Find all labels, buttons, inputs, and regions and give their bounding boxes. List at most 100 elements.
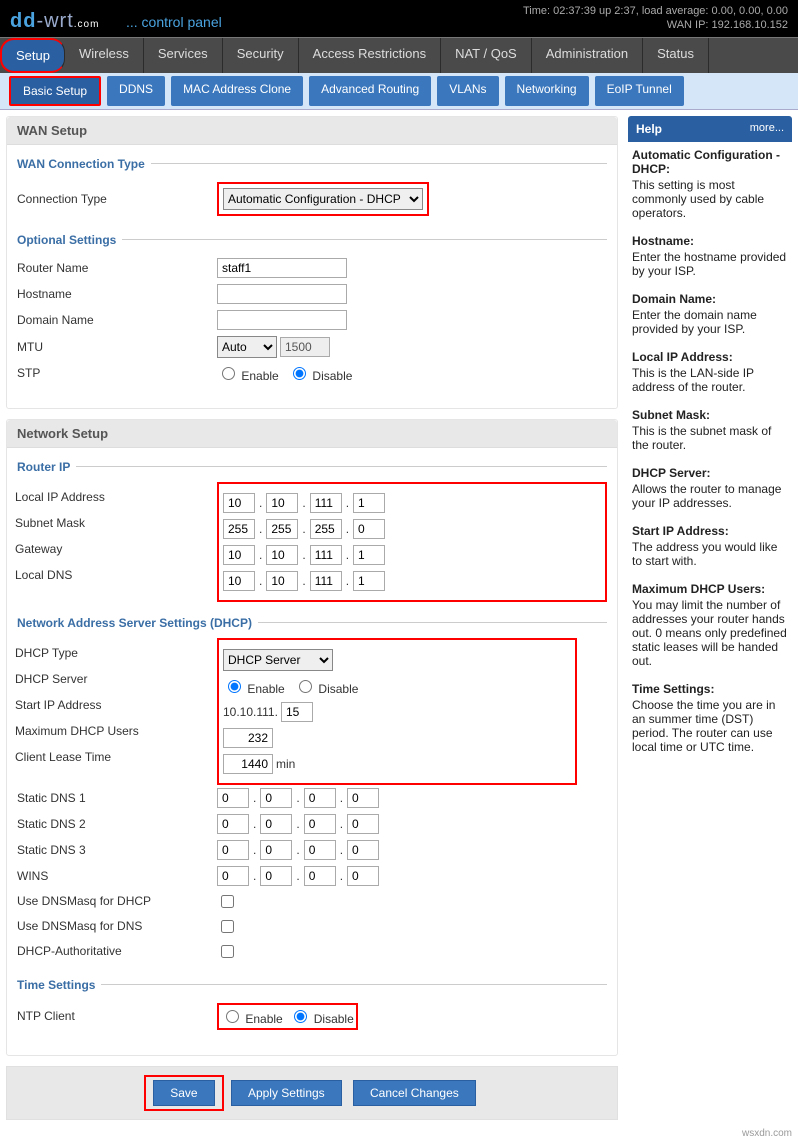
dhcp-disable[interactable]: Disable — [294, 677, 358, 696]
local-dns-label: Local DNS — [15, 568, 215, 582]
help-item-text: Enter the domain name provided by your I… — [632, 308, 757, 336]
tab-wireless[interactable]: Wireless — [65, 38, 144, 73]
gateway-1[interactable] — [223, 545, 255, 565]
router-name-input[interactable] — [217, 258, 347, 278]
connection-type-label: Connection Type — [17, 192, 217, 206]
sdns1-3[interactable] — [304, 788, 336, 808]
sdns2-4[interactable] — [347, 814, 379, 834]
wins-1[interactable] — [217, 866, 249, 886]
lease-label: Client Lease Time — [15, 750, 111, 764]
sdns2-2[interactable] — [260, 814, 292, 834]
lease-unit: min — [276, 757, 295, 771]
stp-disable[interactable]: Disable — [288, 364, 352, 383]
subnet-3[interactable] — [310, 519, 342, 539]
local-ip-4[interactable] — [353, 493, 385, 513]
subnet-1[interactable] — [223, 519, 255, 539]
tab-status[interactable]: Status — [643, 38, 709, 73]
dhcp-type-select[interactable]: DHCP Server — [223, 649, 333, 671]
help-item: DHCP Server:Allows the router to manage … — [632, 466, 788, 510]
subtab-mac-clone[interactable]: MAC Address Clone — [171, 76, 303, 106]
help-item: Subnet Mask:This is the subnet mask of t… — [632, 408, 788, 452]
hostname-input[interactable] — [217, 284, 347, 304]
ntp-enable[interactable]: Enable — [221, 1012, 283, 1026]
help-item-title: Start IP Address: — [632, 524, 788, 538]
sdns1-2[interactable] — [260, 788, 292, 808]
local-ip-3[interactable] — [310, 493, 342, 513]
gateway-3[interactable] — [310, 545, 342, 565]
cancel-button[interactable]: Cancel Changes — [353, 1080, 476, 1106]
wins-3[interactable] — [304, 866, 336, 886]
mtu-value — [280, 337, 330, 357]
start-ip-last[interactable] — [281, 702, 313, 722]
subtab-networking[interactable]: Networking — [505, 76, 589, 106]
help-item-title: Time Settings: — [632, 682, 788, 696]
sdns3-2[interactable] — [260, 840, 292, 860]
stp-enable[interactable]: Enable — [217, 364, 279, 383]
sdns2-3[interactable] — [304, 814, 336, 834]
wins-4[interactable] — [347, 866, 379, 886]
optional-settings-legend: Optional Settings — [17, 233, 122, 247]
stp-label: STP — [17, 366, 217, 380]
tab-services[interactable]: Services — [144, 38, 223, 73]
dnsmasq-dns-label: Use DNSMasq for DNS — [17, 919, 217, 933]
subtab-vlans[interactable]: VLANs — [437, 76, 498, 106]
localdns-1[interactable] — [223, 571, 255, 591]
subnet-4[interactable] — [353, 519, 385, 539]
tab-security[interactable]: Security — [223, 38, 299, 73]
subtab-advanced-routing[interactable]: Advanced Routing — [309, 76, 431, 106]
gateway-2[interactable] — [266, 545, 298, 565]
sdns3-label: Static DNS 3 — [17, 843, 217, 857]
dnsmasq-dhcp-checkbox[interactable] — [221, 895, 234, 908]
ntp-disable[interactable]: Disable — [289, 1012, 353, 1026]
max-dhcp-input[interactable] — [223, 728, 273, 748]
help-item-text: This is the LAN-side IP address of the r… — [632, 366, 754, 394]
subnet-2[interactable] — [266, 519, 298, 539]
wan-setup-title: WAN Setup — [7, 117, 617, 145]
dhcp-fieldset: Network Address Server Settings (DHCP) D… — [17, 616, 607, 964]
wins-2[interactable] — [260, 866, 292, 886]
router-name-label: Router Name — [17, 261, 217, 275]
max-dhcp-label: Maximum DHCP Users — [15, 724, 139, 738]
gateway-4[interactable] — [353, 545, 385, 565]
tab-access-restrictions[interactable]: Access Restrictions — [299, 38, 441, 73]
sdns1-4[interactable] — [347, 788, 379, 808]
sdns1-1[interactable] — [217, 788, 249, 808]
sdns3-3[interactable] — [304, 840, 336, 860]
connection-type-select[interactable]: Automatic Configuration - DHCP — [223, 188, 423, 210]
local-ip-1[interactable] — [223, 493, 255, 513]
localdns-4[interactable] — [353, 571, 385, 591]
footer-source: wsxdn.com — [0, 1126, 798, 1141]
domain-name-input[interactable] — [217, 310, 347, 330]
lease-input[interactable] — [223, 754, 273, 774]
subtab-basic-setup[interactable]: Basic Setup — [9, 76, 101, 106]
tab-administration[interactable]: Administration — [532, 38, 643, 73]
sdns2-1[interactable] — [217, 814, 249, 834]
apply-button[interactable]: Apply Settings — [231, 1080, 342, 1106]
subtab-eoip[interactable]: EoIP Tunnel — [595, 76, 684, 106]
mtu-mode-select[interactable]: Auto — [217, 336, 277, 358]
help-item-text: You may limit the number of addresses yo… — [632, 598, 787, 668]
sdns3-1[interactable] — [217, 840, 249, 860]
dnsmasq-dns-checkbox[interactable] — [221, 920, 234, 933]
localdns-2[interactable] — [266, 571, 298, 591]
gateway-label: Gateway — [15, 542, 215, 556]
sdns2-label: Static DNS 2 — [17, 817, 217, 831]
dhcp-enable[interactable]: Enable — [223, 677, 285, 696]
subtab-ddns[interactable]: DDNS — [107, 76, 165, 106]
localdns-3[interactable] — [310, 571, 342, 591]
tab-nat-qos[interactable]: NAT / QoS — [441, 38, 532, 73]
tab-setup[interactable]: Setup — [0, 38, 65, 73]
help-item: Local IP Address:This is the LAN-side IP… — [632, 350, 788, 394]
help-item-title: Automatic Configuration - DHCP: — [632, 148, 788, 176]
dnsmasq-dhcp-label: Use DNSMasq for DHCP — [17, 894, 217, 908]
start-ip-label: Start IP Address — [15, 698, 102, 712]
sdns3-4[interactable] — [347, 840, 379, 860]
help-item-text: This setting is most commonly used by ca… — [632, 178, 764, 220]
dhcp-server-label: DHCP Server — [15, 672, 87, 686]
dhcp-auth-checkbox[interactable] — [221, 945, 234, 958]
help-item: Time Settings:Choose the time you are in… — [632, 682, 788, 754]
domain-name-label: Domain Name — [17, 313, 217, 327]
help-more-link[interactable]: more... — [750, 122, 784, 136]
local-ip-2[interactable] — [266, 493, 298, 513]
save-button[interactable]: Save — [153, 1080, 214, 1106]
